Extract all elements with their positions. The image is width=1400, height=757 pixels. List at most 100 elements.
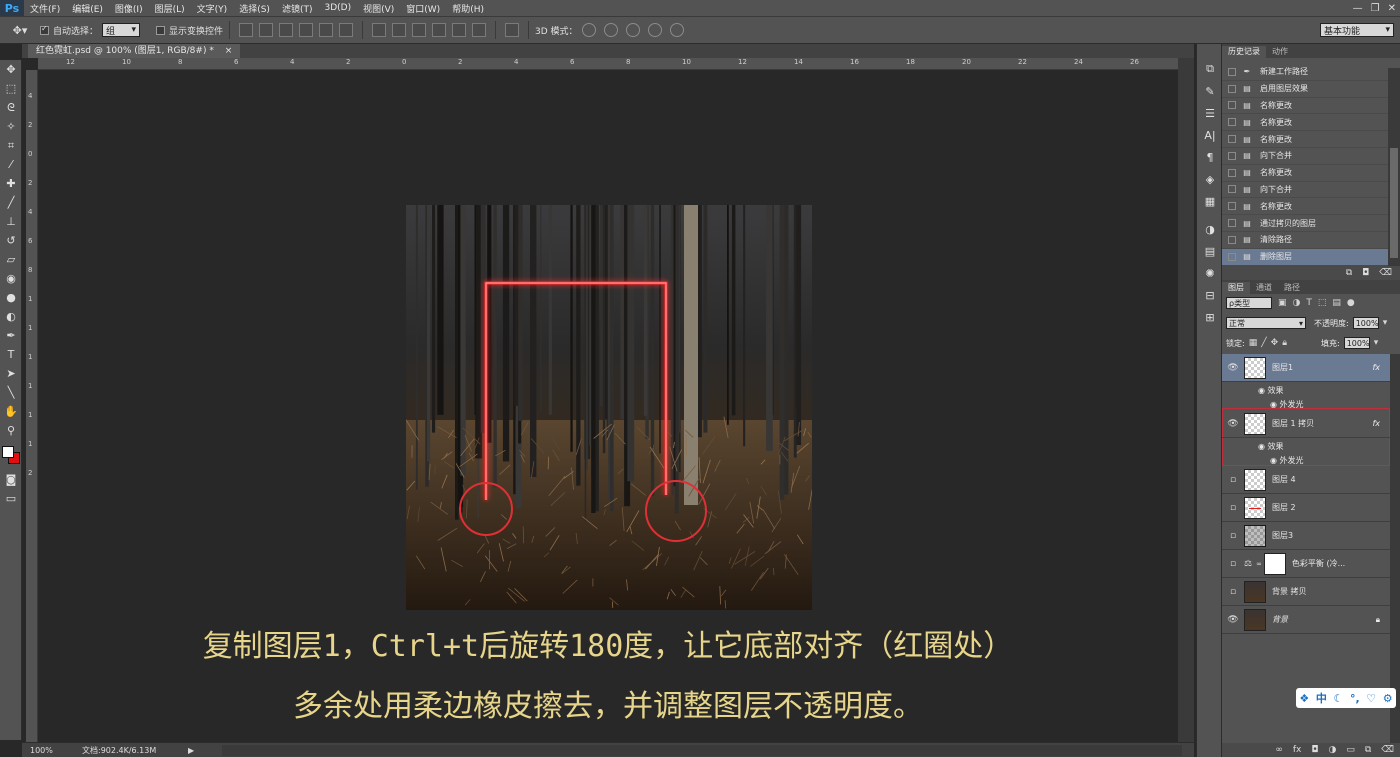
layer-row-background-copy[interactable]: ▫ 背景 拷贝 bbox=[1222, 578, 1390, 606]
history-item[interactable]: ▤ 启用图层效果 bbox=[1222, 81, 1388, 98]
character-panel-icon[interactable]: A| bbox=[1197, 124, 1223, 146]
align-bottom-icon[interactable] bbox=[279, 23, 294, 37]
layer-row-layer1-copy[interactable]: 👁︎ 图层 1 拷贝 fx bbox=[1222, 410, 1390, 438]
menu-file[interactable]: 文件(F) bbox=[24, 2, 66, 15]
lock-all-icon[interactable]: 🔒︎ bbox=[1282, 338, 1287, 348]
swatches-panel-icon[interactable]: ▤ bbox=[1197, 240, 1223, 262]
visibility-box[interactable]: ▫ bbox=[1222, 587, 1244, 597]
history-item[interactable]: ▤ 通过拷贝的图层 bbox=[1222, 215, 1388, 232]
menu-help[interactable]: 帮助(H) bbox=[446, 2, 490, 15]
add-style-icon[interactable]: fx bbox=[1293, 745, 1302, 755]
layer-row-layer3[interactable]: ▫ 图层3 bbox=[1222, 522, 1390, 550]
close-tab-icon[interactable]: × bbox=[225, 46, 233, 56]
skin-icon[interactable]: ♡ bbox=[1366, 692, 1376, 705]
distribute-hcenter-icon[interactable] bbox=[452, 23, 467, 37]
distribute-bottom-icon[interactable] bbox=[412, 23, 427, 37]
menu-layer[interactable]: 图层(L) bbox=[149, 2, 191, 15]
distribute-top-icon[interactable] bbox=[372, 23, 387, 37]
menu-image[interactable]: 图像(I) bbox=[109, 2, 149, 15]
auto-select-dropdown[interactable]: 组 ▾ bbox=[102, 23, 141, 37]
history-item[interactable]: ▤ 名称更改 bbox=[1222, 98, 1388, 115]
layer-filter-dropdown[interactable]: ρ类型 bbox=[1226, 297, 1272, 309]
lock-transparent-icon[interactable]: ▦ bbox=[1249, 338, 1258, 348]
rotate-3d-icon[interactable] bbox=[581, 23, 596, 37]
hand-tool-icon[interactable]: ✋ bbox=[0, 402, 22, 421]
align-hcenter-icon[interactable] bbox=[319, 23, 334, 37]
crop-tool-icon[interactable]: ⌗ bbox=[0, 136, 22, 155]
history-scrollbar[interactable] bbox=[1388, 68, 1400, 268]
new-group-icon[interactable]: ▭ bbox=[1346, 745, 1355, 755]
filter-type-icon[interactable]: T bbox=[1306, 298, 1312, 308]
history-item[interactable]: ▤ 名称更改 bbox=[1222, 131, 1388, 148]
history-item[interactable]: ✒ 新建工作路径 bbox=[1222, 64, 1388, 81]
history-item[interactable]: ▤ 名称更改 bbox=[1222, 114, 1388, 132]
history-item[interactable]: ▤ 向下合并 bbox=[1222, 148, 1388, 165]
adjustments-panel-icon[interactable]: ⊟ bbox=[1197, 284, 1223, 306]
menu-edit[interactable]: 编辑(E) bbox=[66, 2, 109, 15]
screen-mode-icon[interactable]: ▭ bbox=[0, 489, 22, 508]
tab-channels[interactable]: 通道 bbox=[1250, 282, 1278, 294]
history-scroll-thumb[interactable] bbox=[1390, 148, 1398, 258]
chevron-down-icon[interactable]: ▾ bbox=[1374, 338, 1379, 348]
history-brush-tool-icon[interactable]: ↺ bbox=[0, 231, 22, 250]
layers-scrollbar[interactable] bbox=[1390, 354, 1400, 744]
color-swatches-icon[interactable] bbox=[0, 440, 22, 470]
trash-icon[interactable]: ⌫ bbox=[1381, 745, 1394, 755]
auto-align-icon[interactable] bbox=[505, 23, 520, 37]
opacity-field[interactable]: 100% bbox=[1352, 317, 1379, 329]
tab-actions[interactable]: 动作 bbox=[1266, 46, 1294, 58]
stamp-tool-icon[interactable]: ⊥ bbox=[0, 212, 22, 231]
distribute-left-icon[interactable] bbox=[432, 23, 447, 37]
visibility-box[interactable]: ▫ bbox=[1222, 503, 1244, 513]
paint-bucket-tool-icon[interactable]: ◉ bbox=[0, 269, 22, 288]
settings-icon[interactable]: ⚙ bbox=[1383, 692, 1393, 705]
filter-toggle-icon[interactable]: ● bbox=[1347, 298, 1355, 308]
roll-3d-icon[interactable] bbox=[603, 23, 618, 37]
magic-wand-tool-icon[interactable]: ✧ bbox=[0, 117, 22, 136]
align-vcenter-icon[interactable] bbox=[259, 23, 274, 37]
fx-icon[interactable]: fx bbox=[1372, 419, 1380, 428]
new-document-from-state-icon[interactable]: ⧉ bbox=[1346, 268, 1352, 278]
align-right-icon[interactable] bbox=[339, 23, 354, 37]
slide-3d-icon[interactable] bbox=[647, 23, 662, 37]
layer-row-layer4[interactable]: ▫ 图层 4 bbox=[1222, 466, 1390, 494]
snapshot-icon[interactable]: ◘ bbox=[1362, 268, 1369, 278]
fx-icon[interactable]: fx bbox=[1372, 363, 1380, 372]
outer-glow-label[interactable]: ◉ 外发光 bbox=[1270, 455, 1304, 466]
menu-window[interactable]: 窗口(W) bbox=[400, 2, 446, 15]
history-item[interactable]: ▤ 清除路径 bbox=[1222, 232, 1388, 249]
brush-panel-icon[interactable]: ✎ bbox=[1197, 80, 1223, 102]
align-left-icon[interactable] bbox=[299, 23, 314, 37]
brush-tool-icon[interactable]: ╱ bbox=[0, 193, 22, 212]
chevron-down-icon[interactable]: ▾ bbox=[1383, 318, 1388, 328]
visibility-eye-icon[interactable]: 👁︎ bbox=[1222, 419, 1244, 429]
visibility-box[interactable]: ▫ bbox=[1222, 475, 1244, 485]
menu-filter[interactable]: 滤镜(T) bbox=[276, 2, 319, 15]
align-top-icon[interactable] bbox=[239, 23, 254, 37]
ime-language[interactable]: 中 bbox=[1316, 690, 1327, 706]
layer-row-color-balance[interactable]: ▫ ⚖ ∞ 色彩平衡 (冷... bbox=[1222, 550, 1390, 578]
type-tool-icon[interactable]: T bbox=[0, 345, 22, 364]
path-selection-tool-icon[interactable]: ➤ bbox=[0, 364, 22, 383]
history-item[interactable]: ▤ 名称更改 bbox=[1222, 198, 1388, 216]
lock-pixels-icon[interactable]: ╱ bbox=[1261, 338, 1266, 348]
tab-history[interactable]: 历史记录 bbox=[1222, 46, 1266, 58]
show-transform-checkbox[interactable] bbox=[156, 25, 166, 35]
menu-type[interactable]: 文字(Y) bbox=[191, 2, 234, 15]
visibility-box[interactable]: ▫ bbox=[1222, 531, 1244, 541]
adjustment-layer-icon[interactable]: ◑ bbox=[1328, 745, 1336, 755]
canvas-vertical-scrollbar[interactable] bbox=[1178, 58, 1194, 742]
styles-panel-icon[interactable]: ✺ bbox=[1197, 262, 1223, 284]
blend-mode-dropdown[interactable]: 正常 ▾ bbox=[1226, 317, 1306, 329]
scale-3d-icon[interactable] bbox=[669, 23, 684, 37]
healing-brush-tool-icon[interactable]: ✚ bbox=[0, 174, 22, 193]
visibility-eye-icon[interactable]: 👁︎ bbox=[1222, 615, 1244, 625]
dodge-tool-icon[interactable]: ◐ bbox=[0, 307, 22, 326]
filter-adjust-icon[interactable]: ◑ bbox=[1293, 298, 1301, 308]
filter-pixel-icon[interactable]: ▣ bbox=[1278, 298, 1287, 308]
line-tool-icon[interactable]: ╲ bbox=[0, 383, 22, 402]
status-menu-arrow-icon[interactable]: ▶ bbox=[188, 746, 194, 755]
fill-field[interactable]: 100% bbox=[1343, 337, 1370, 349]
layer-row-background[interactable]: 👁︎ 背景 🔒︎ bbox=[1222, 606, 1390, 634]
distribute-vcenter-icon[interactable] bbox=[392, 23, 407, 37]
